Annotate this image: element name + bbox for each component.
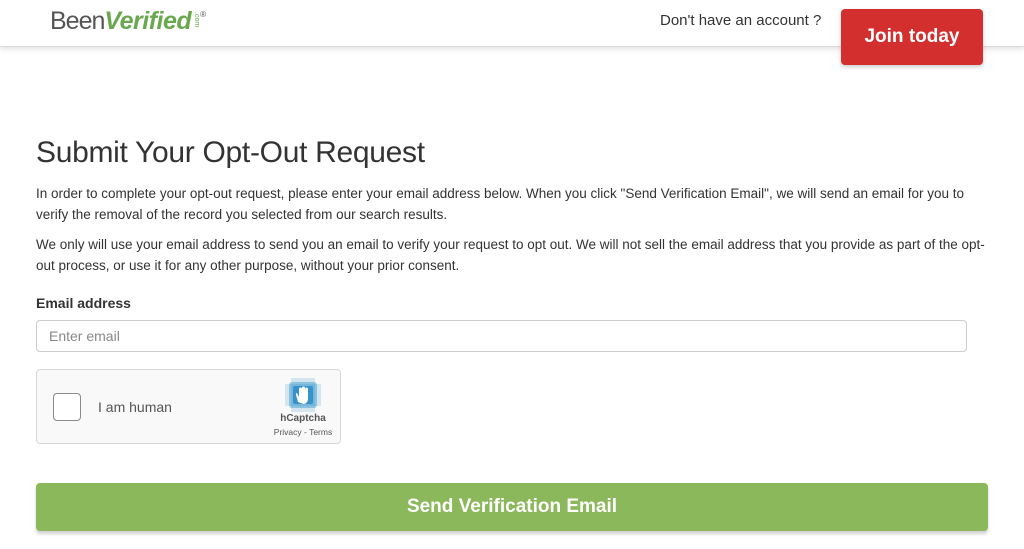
logo-text-been: Been (50, 7, 105, 35)
hcaptcha-brand-text: hCaptcha (280, 413, 326, 424)
privacy-paragraph: We only will use your email address to s… (36, 237, 985, 273)
captcha-links: Privacy - Terms (261, 427, 345, 437)
no-account-text: Don't have an account ? (660, 12, 822, 29)
hcaptcha-widget: I am human hCaptcha Privacy - Terms (36, 369, 341, 444)
captcha-link-separator: - (301, 427, 310, 437)
captcha-privacy-link[interactable]: Privacy (274, 427, 302, 437)
page-title: Submit Your Opt-Out Request (36, 136, 425, 169)
logo-registered-mark: ® (200, 10, 207, 19)
email-label: Email address (36, 295, 131, 311)
logo-text-dotcom: .com (193, 12, 201, 28)
captcha-terms-link[interactable]: Terms (309, 427, 332, 437)
beenverified-logo[interactable]: Been Verified .com ® (50, 4, 206, 38)
join-today-button[interactable]: Join today (841, 9, 983, 65)
hcaptcha-hand-icon (285, 378, 321, 412)
captcha-checkbox[interactable] (53, 393, 81, 421)
logo-text-verified: Verified (104, 7, 192, 35)
captcha-label: I am human (98, 399, 172, 415)
intro-paragraph: In order to complete your opt-out reques… (36, 186, 965, 222)
email-input[interactable] (36, 320, 967, 352)
send-verification-email-button[interactable]: Send Verification Email (36, 483, 988, 531)
